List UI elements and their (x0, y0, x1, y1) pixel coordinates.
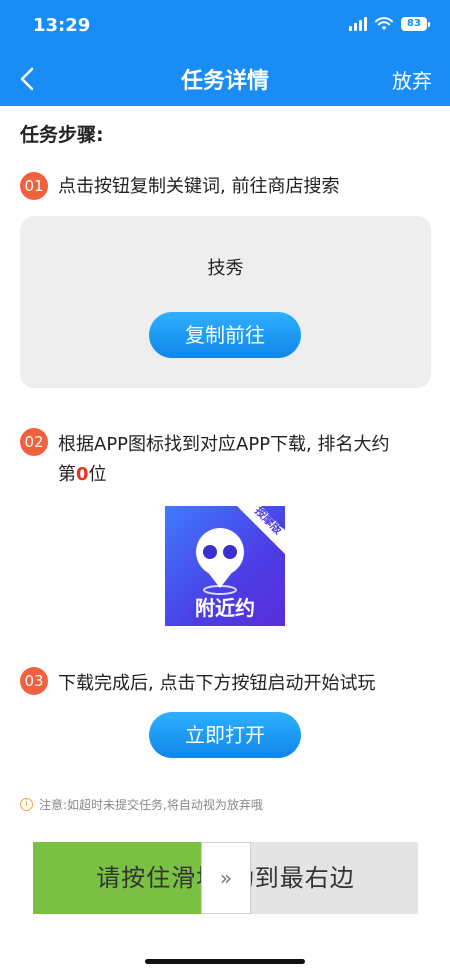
app-icon-label: 附近约 (195, 596, 255, 620)
step-1-badge: 01 (20, 172, 48, 200)
nav-bar: 任务详情 放弃 (0, 55, 450, 103)
status-bar: 13:29 83 (0, 0, 450, 50)
keyword-text: 技秀 (207, 258, 244, 279)
step-2-prefix: 第 (58, 464, 76, 485)
status-icons: 83 (349, 17, 430, 31)
step-2-suffix: 位 (88, 464, 107, 485)
cellular-signal-icon (349, 17, 367, 31)
copy-and-go-button[interactable]: 复制前往 (149, 312, 301, 358)
slider-handle[interactable]: » (201, 842, 251, 914)
rank-number: 0 (76, 464, 89, 485)
home-indicator (145, 959, 305, 964)
notice-text: 注意:如超时未提交任务,将自动视为放弃哦 (39, 798, 263, 812)
wifi-icon (375, 17, 393, 30)
app-icon: 按摩版 附近约 (165, 506, 285, 626)
notice: i 注意:如超时未提交任务,将自动视为放弃哦 (20, 796, 263, 813)
header-bar: 13:29 83 任务详情 放弃 (0, 0, 450, 106)
step-2-badge: 02 (20, 428, 48, 456)
page-title: 任务详情 (180, 69, 269, 94)
battery-level: 83 (401, 17, 427, 31)
status-time: 13:29 (33, 15, 91, 36)
abandon-button[interactable]: 放弃 (392, 65, 432, 94)
steps-heading: 任务步骤: (20, 124, 104, 146)
step-1-text: 点击按钮复制关键词, 前往商店搜索 (58, 176, 340, 197)
info-icon: i (20, 798, 33, 811)
open-now-button[interactable]: 立即打开 (149, 712, 301, 758)
keyword-card: 技秀 复制前往 (20, 216, 431, 388)
step-2-line1: 根据APP图标找到对应APP下载, 排名大约 (58, 434, 390, 455)
step-3-badge: 03 (20, 667, 48, 695)
step-3-text: 下载完成后, 点击下方按钮启动开始试玩 (58, 673, 376, 694)
slide-verify[interactable]: 请按住滑块 动到最右边 » (33, 842, 418, 914)
battery-icon: 83 (401, 17, 430, 31)
step-2-line2: 第0位 (58, 460, 438, 490)
step-2-text: 根据APP图标找到对应APP下载, 排名大约 第0位 (58, 430, 438, 490)
